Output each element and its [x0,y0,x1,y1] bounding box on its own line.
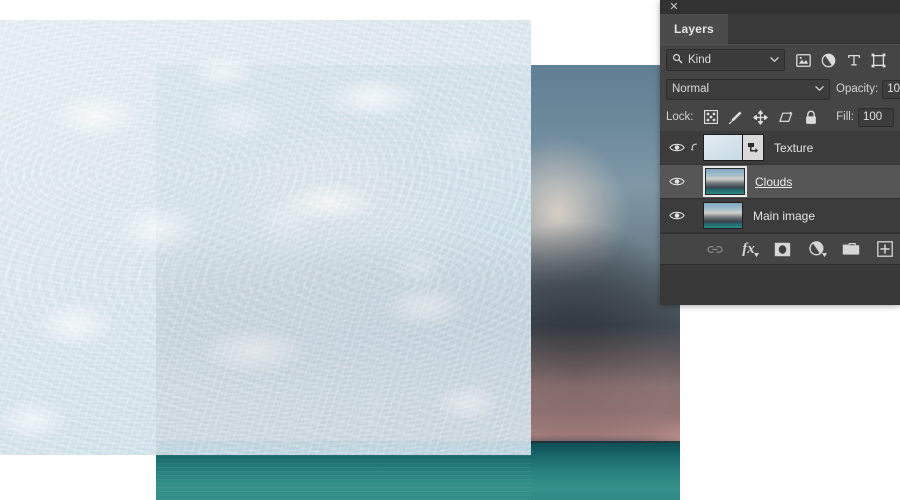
layer-name[interactable]: Main image [753,209,815,223]
canvas-ocean-right [531,443,680,500]
fill-label: Fill: [836,111,854,123]
tab-layers[interactable]: Layers [660,14,728,44]
tab-strip-filler [727,14,900,44]
lock-label: Lock: [666,111,694,123]
layers-panel[interactable]: ✕ Layers Kind Normal Opacity: 10 Lock: F… [660,0,900,305]
layer-thumbnail-art [704,135,742,160]
chevron-down-icon[interactable] [770,54,779,66]
opacity-label: Opacity: [836,83,879,95]
new-layer-icon[interactable] [875,240,894,259]
smart-object-badge-icon [743,134,764,161]
eye-icon[interactable] [666,137,688,159]
eye-icon[interactable] [666,171,688,193]
panel-tab-strip: Layers [660,14,900,44]
layer-thumbnail-art [706,169,744,194]
table-row[interactable]: Texture [660,131,900,165]
layer-name-input[interactable]: Clouds [755,175,792,189]
lock-all-icon[interactable] [803,109,819,125]
close-icon[interactable]: ✕ [668,0,680,14]
layer-thumbnail[interactable] [703,166,747,197]
clipping-mask-icon [688,142,701,153]
link-layers-icon[interactable] [705,240,724,259]
opacity-input[interactable]: 100 [882,79,900,99]
table-row[interactable]: Clouds [660,165,900,199]
fill-control: Fill: 100 [836,107,894,127]
layer-styles-fx-icon[interactable]: fx [739,240,759,259]
layer-name[interactable]: Texture [774,141,813,155]
canvas-water-texture-layer [0,20,531,455]
layers-panel-footer: fx [660,233,900,264]
add-layer-mask-icon[interactable] [773,240,792,259]
chevron-down-icon[interactable] [815,83,824,95]
new-group-icon[interactable] [841,240,860,259]
blend-mode-select[interactable]: Normal [666,78,830,100]
filter-kind-select[interactable]: Kind [666,49,785,71]
filter-shape-icon[interactable] [870,52,887,69]
layer-filter-row: Kind [660,44,900,75]
lock-transparent-pixels-icon[interactable] [703,109,719,125]
tab-layers-label: Layers [674,22,714,36]
lock-row: Lock: Fill: 100 [660,103,900,131]
filter-type-icon[interactable] [845,52,862,69]
panel-bottom-edge [660,264,900,271]
layer-thumbnail[interactable] [703,134,743,161]
screenshot-root: ✕ Layers Kind Normal Opacity: 10 Lock: F… [0,0,900,500]
blend-mode-row: Normal Opacity: 100 [660,75,900,103]
canvas-clouds-layer-right-strip [531,65,680,500]
lock-image-pixels-icon[interactable] [728,109,744,125]
lock-artboard-nesting-icon[interactable] [778,109,794,125]
search-icon [672,53,683,67]
table-row[interactable]: Main image [660,199,900,233]
new-adjustment-layer-icon[interactable] [807,240,827,259]
fill-input[interactable]: 100 [858,107,894,127]
filter-adjustment-icon[interactable] [820,52,837,69]
filter-kind-label: Kind [688,54,712,66]
filter-pixel-icon[interactable] [795,52,812,69]
fx-glyph: fx [742,240,755,257]
layer-thumbnail-art [704,203,742,228]
blend-mode-label: Normal [672,83,710,95]
opacity-control: Opacity: 100 [836,79,900,99]
panel-titlebar: ✕ [660,0,900,14]
filter-type-icons [791,52,887,69]
eye-icon[interactable] [666,205,688,227]
layer-list: Texture Clouds Main image [660,131,900,233]
lock-position-icon[interactable] [753,109,769,125]
layer-thumbnail[interactable] [703,202,743,229]
